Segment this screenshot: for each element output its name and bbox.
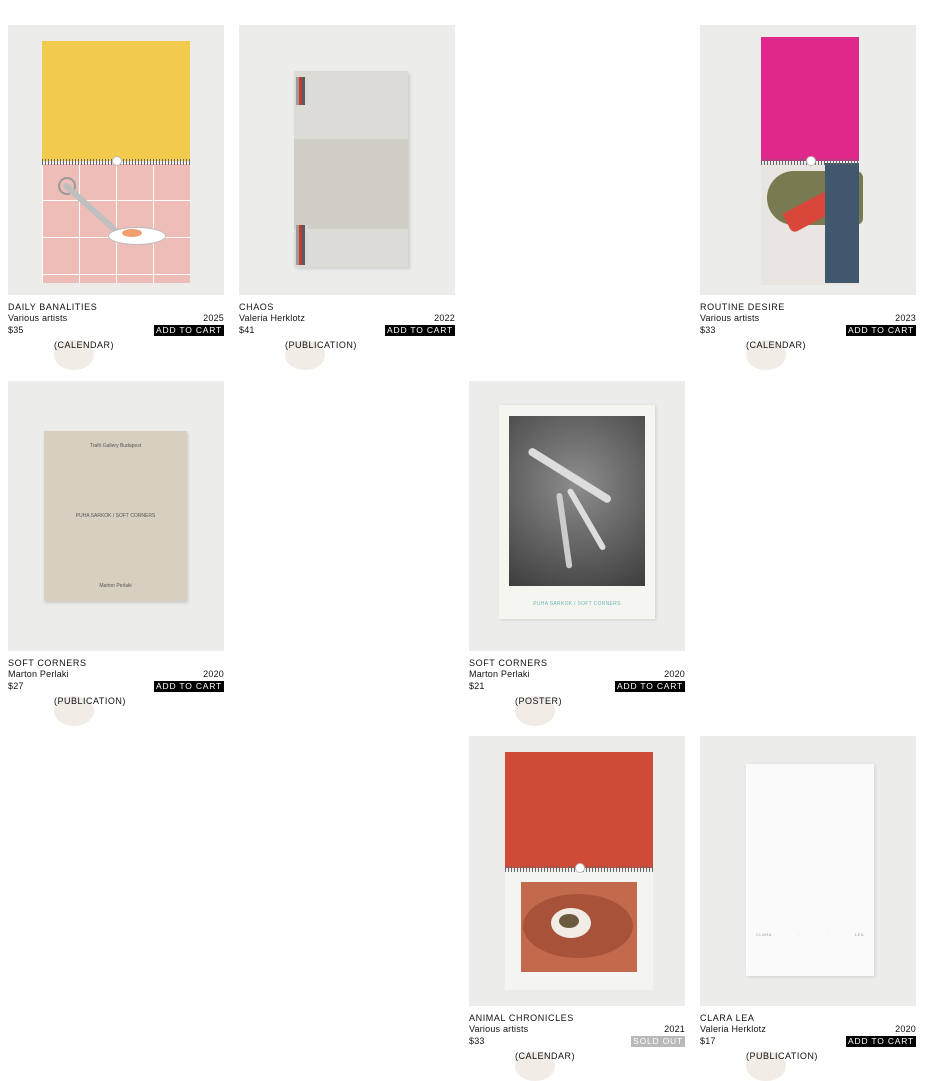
product-category: (CALENDAR) [54,340,114,370]
product-year: 2025 [203,313,224,324]
cover-text: PUHA SARKOK / SOFT CORNERS [75,513,156,519]
product-category: (PUBLICATION) [746,1051,817,1081]
add-to-cart-button[interactable]: ADD TO CART [846,1035,916,1047]
cover-word: CLARA [756,932,772,937]
poster-caption: PUHA SARKOK / SOFT CORNERS [533,601,621,607]
add-to-cart-button[interactable]: ADD TO CART [385,324,455,336]
book-cover: Trafó Gallery Budapest PUHA SARKOK / SOF… [44,431,187,601]
product-card: CHAOS (PUBLICATION) Valeria Herklotz 2022 … [239,25,455,370]
product-meta: DAILY BANALITIES (CALENDAR) Various artis… [8,302,224,370]
product-title[interactable]: SOFT CORNERS [469,658,548,669]
add-to-cart-button[interactable]: ADD TO CART [615,680,685,692]
product-image-soft-corners-publication[interactable]: Trafó Gallery Budapest PUHA SARKOK / SOF… [8,381,224,651]
product-author: Marton Perlaki [469,669,530,680]
hanging-hole [806,156,816,166]
product-card: CLARA · · LEA CLARA LEA (PUBLICATION) Val… [700,736,916,1081]
slipcase-band [294,139,408,229]
product-title[interactable]: SOFT CORNERS [8,658,87,669]
product-card: PUHA SARKOK / SOFT CORNERS SOFT CORNERS (… [469,381,685,726]
calendar-cover [761,37,859,161]
product-meta: ROUTINE DESIRE (CALENDAR) Various artists… [700,302,916,370]
product-card: Trafó Gallery Budapest PUHA SARKOK / SOF… [8,381,224,726]
calendar-artwork [42,41,190,283]
product-category: (CALENDAR) [515,1051,575,1081]
calendar-cover [505,752,653,868]
product-price: $27 [8,680,24,691]
cover-text: Marton Perlaki [99,583,132,589]
product-meta: CHAOS (PUBLICATION) Valeria Herklotz 2022 … [239,302,455,370]
product-meta: SOFT CORNERS (PUBLICATION) Marton Perlaki… [8,658,224,726]
calendar-artwork [761,37,863,285]
add-to-cart-button[interactable]: ADD TO CART [154,680,224,692]
product-category: (PUBLICATION) [54,696,125,726]
add-to-cart-button[interactable]: ADD TO CART [846,324,916,336]
book-spines [296,225,308,265]
product-image-animal-chronicles[interactable] [469,736,685,1006]
product-image-clara-lea[interactable]: CLARA · · LEA [700,736,916,1006]
product-meta: SOFT CORNERS (POSTER) Marton Perlaki 2020 … [469,658,685,726]
calendar-page [505,870,653,990]
product-image-soft-corners-poster[interactable]: PUHA SARKOK / SOFT CORNERS [469,381,685,651]
add-to-cart-button[interactable]: ADD TO CART [154,324,224,336]
product-category: (CALENDAR) [746,340,806,370]
product-year: 2020 [895,1024,916,1035]
product-title[interactable]: DAILY BANALITIES [8,302,97,313]
product-author: Various artists [700,313,760,324]
cover-text: Trafó Gallery Budapest [89,443,142,449]
book-spines [296,77,308,105]
product-title[interactable]: CHAOS [239,302,274,313]
product-price: $33 [469,1035,485,1046]
product-card: ROUTINE DESIRE (CALENDAR) Various artists… [700,25,916,370]
product-price: $21 [469,680,485,691]
product-year: 2020 [203,669,224,680]
product-image-routine-desire[interactable] [700,25,916,295]
product-price: $17 [700,1035,716,1046]
product-card: ANIMAL CHRONICLES (CALENDAR) Various arti… [469,736,685,1081]
cover-words: CLARA · · LEA [756,932,864,937]
calendar-page [761,163,863,285]
slipcase-book [294,71,408,267]
cover-word: LEA [854,932,864,937]
product-title[interactable]: ROUTINE DESIRE [700,302,785,313]
product-category: (POSTER) [515,696,562,726]
product-year: 2022 [434,313,455,324]
product-year: 2023 [895,313,916,324]
product-card: DAILY BANALITIES (CALENDAR) Various artis… [8,25,224,370]
book-cover: CLARA · · LEA [746,764,874,976]
product-author: Valeria Herklotz [239,313,306,324]
poster-photo [509,416,645,586]
product-title[interactable]: CLARA LEA [700,1013,754,1024]
product-price: $41 [239,324,255,335]
calendar-cover [42,41,190,161]
calendar-page [42,163,190,283]
product-meta: ANIMAL CHRONICLES (CALENDAR) Various arti… [469,1013,685,1081]
hanging-hole [112,156,122,166]
product-title[interactable]: ANIMAL CHRONICLES [469,1013,574,1024]
cover-word: · [826,932,829,937]
product-image-daily-banalities[interactable] [8,25,224,295]
product-image-chaos[interactable] [239,25,455,295]
product-author: Various artists [8,313,68,324]
product-meta: CLARA LEA (PUBLICATION) Valeria Herklotz 2… [700,1013,916,1081]
hanging-hole [575,863,585,873]
product-year: 2021 [664,1024,685,1035]
product-author: Various artists [469,1024,529,1035]
product-category: (PUBLICATION) [285,340,356,370]
jeans [825,163,859,283]
product-author: Marton Perlaki [8,669,69,680]
cover-word: · [798,932,801,937]
product-year: 2020 [664,669,685,680]
cat-face [559,914,579,928]
sold-out-badge: SOLD OUT [631,1035,685,1047]
product-price: $33 [700,324,716,335]
product-author: Valeria Herklotz [700,1024,767,1035]
product-price: $35 [8,324,24,335]
poster: PUHA SARKOK / SOFT CORNERS [499,405,655,619]
soap [122,229,142,237]
calendar-artwork [505,752,653,990]
glove-shape [556,492,573,569]
